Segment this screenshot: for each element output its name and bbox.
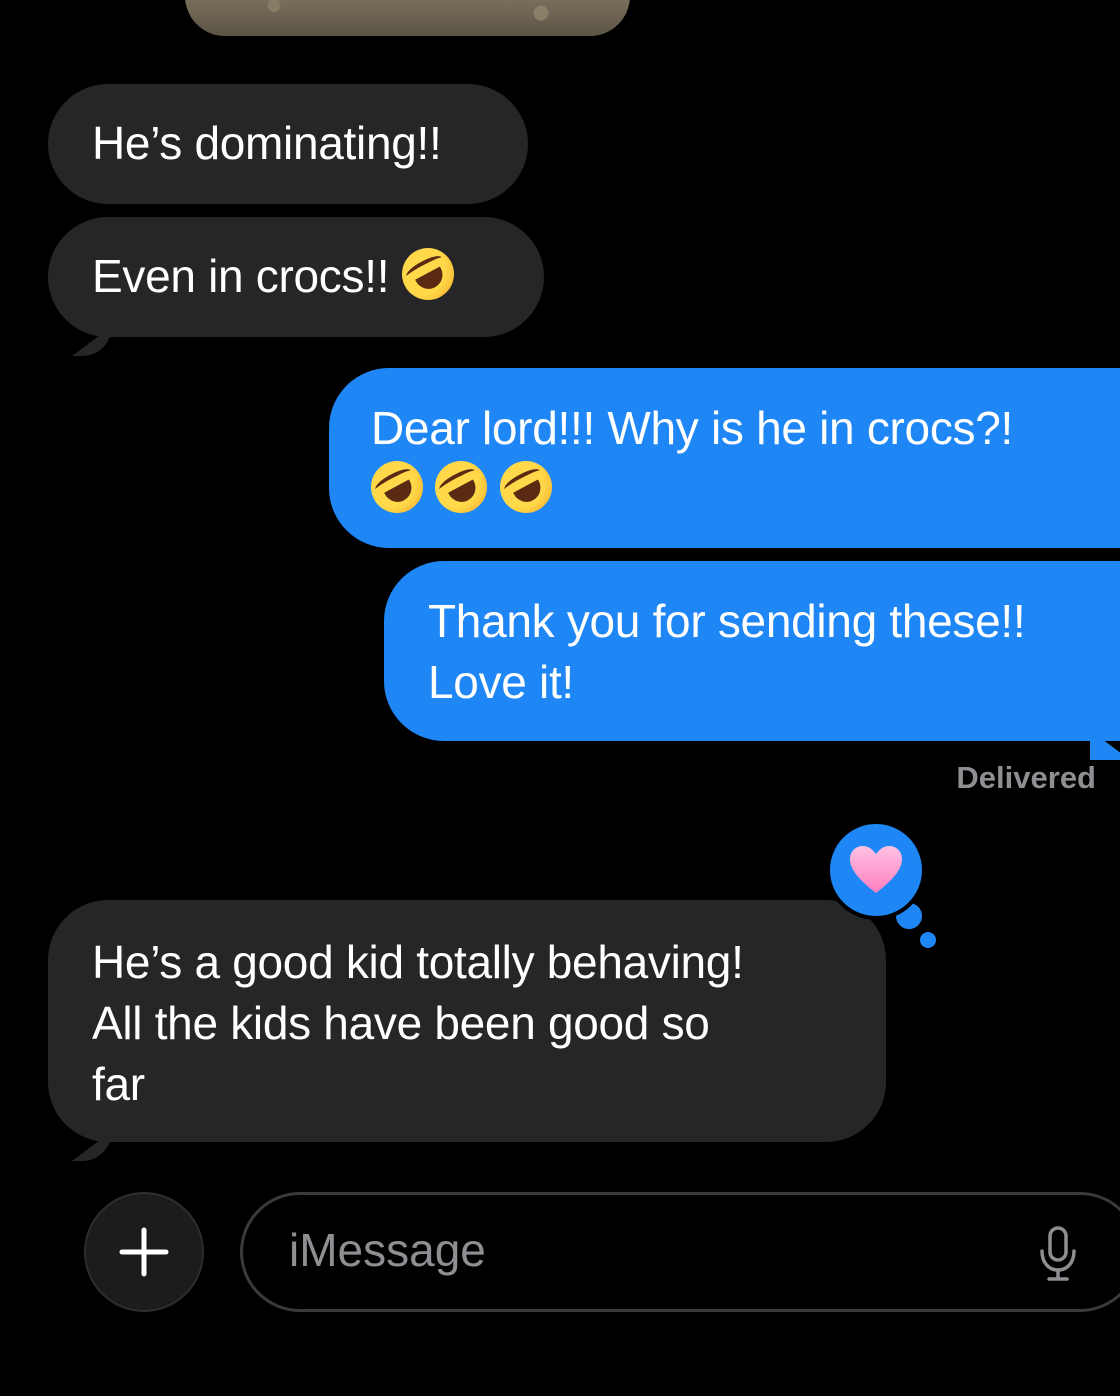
reaction-tail-dot: [920, 932, 936, 948]
message-text-line: Thank you for sending these!!: [428, 595, 1026, 647]
rolling-on-floor-laughing-icon: [361, 451, 433, 523]
message-text-line: He’s a good kid totally behaving!: [92, 936, 744, 988]
message-bubble-outgoing[interactable]: Dear lord!!! Why is he in crocs?!: [329, 368, 1120, 548]
delivered-status: Delivered: [956, 760, 1096, 795]
message-text-line: far: [92, 1058, 145, 1110]
plus-icon: [119, 1227, 169, 1277]
message-input[interactable]: iMessage: [240, 1192, 1120, 1312]
message-bubble-incoming[interactable]: He’s a good kid totally behaving! All th…: [48, 900, 886, 1142]
microphone-icon[interactable]: [1038, 1225, 1078, 1283]
message-text: He’s dominating!!: [92, 117, 442, 169]
rolling-on-floor-laughing-icon: [392, 238, 463, 310]
shared-photo[interactable]: [185, 0, 630, 36]
message-bubble-incoming[interactable]: He’s dominating!!: [48, 84, 528, 204]
message-bubble-outgoing[interactable]: Thank you for sending these!! Love it!: [384, 561, 1120, 741]
input-placeholder: iMessage: [289, 1224, 486, 1276]
rolling-on-floor-laughing-icon: [490, 451, 562, 523]
message-text-line: Love it!: [428, 656, 574, 708]
message-text: Dear lord!!! Why is he in crocs?!: [371, 402, 1013, 454]
message-bubble-incoming[interactable]: Even in crocs!!: [48, 217, 544, 337]
message-text-line: All the kids have been good so: [92, 997, 710, 1049]
rolling-on-floor-laughing-icon: [426, 451, 497, 523]
heart-reaction[interactable]: [826, 820, 926, 920]
heart-icon: [850, 846, 902, 893]
add-attachment-button[interactable]: [84, 1192, 204, 1312]
message-text: Even in crocs!!: [92, 250, 390, 302]
